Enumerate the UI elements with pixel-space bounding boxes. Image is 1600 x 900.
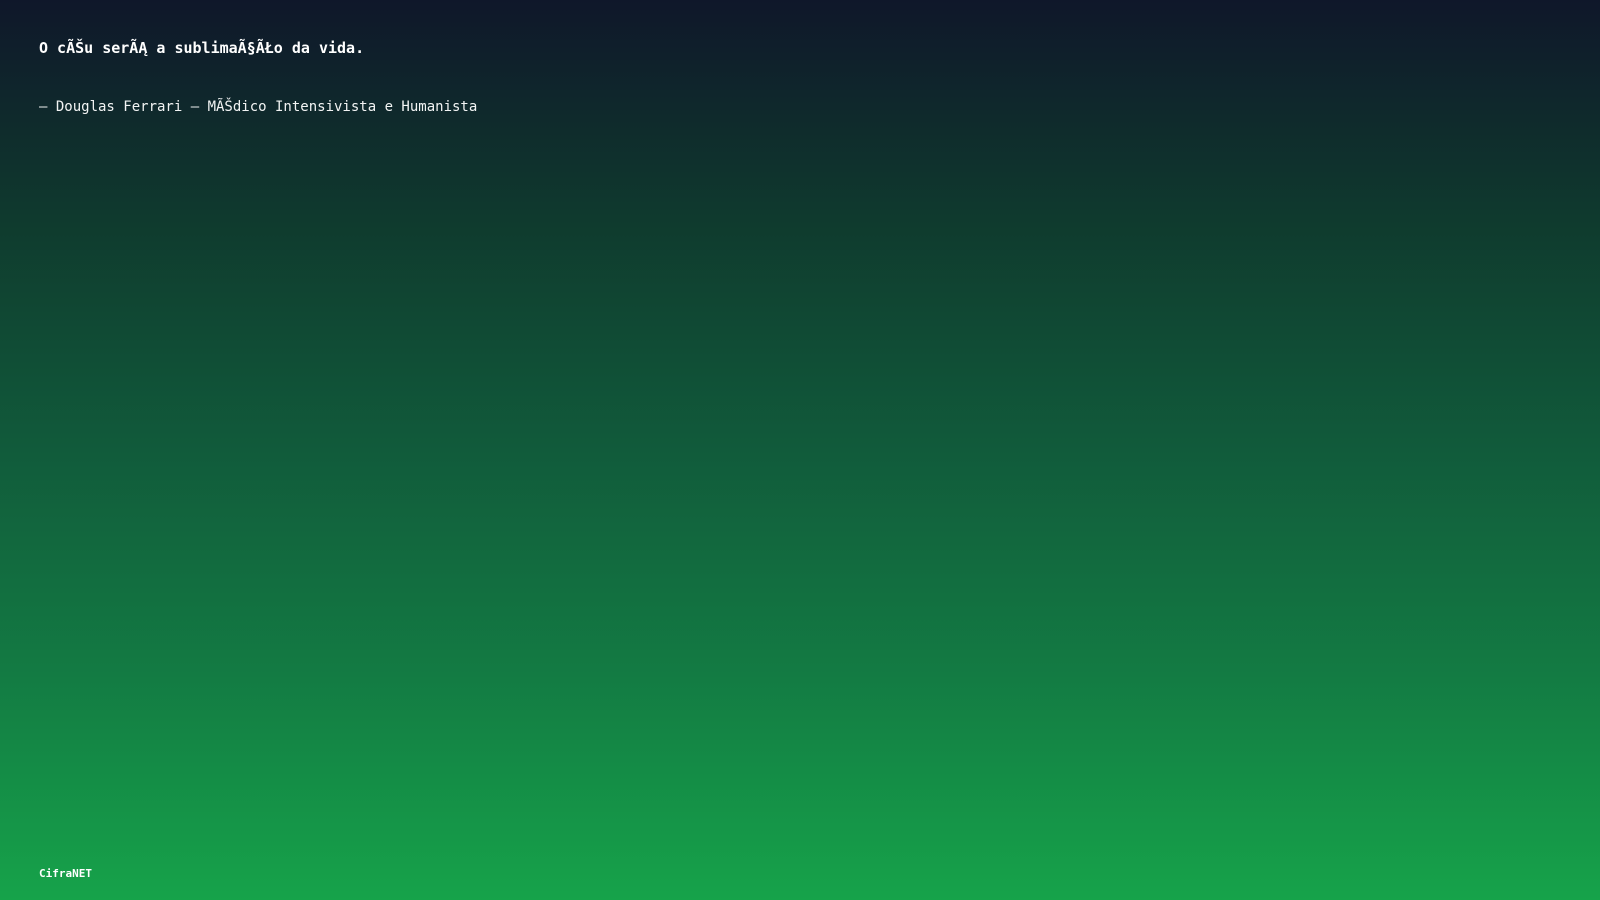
quote-text: O cÃŠu serÃĄ a sublimaÃ§ÃŁo da vida. [39, 39, 365, 57]
quote-screen: { "quote": { "text": "O cÃŠu serÃĄ a sub… [0, 0, 1600, 900]
quote-block: O cÃŠu serÃĄ a sublimaÃ§ÃŁo da vida. – D… [39, 38, 1239, 117]
brand-label: CifraNET [39, 867, 92, 880]
quote-author: – Douglas Ferrari – MÃŠdico Intensivista… [39, 99, 478, 115]
